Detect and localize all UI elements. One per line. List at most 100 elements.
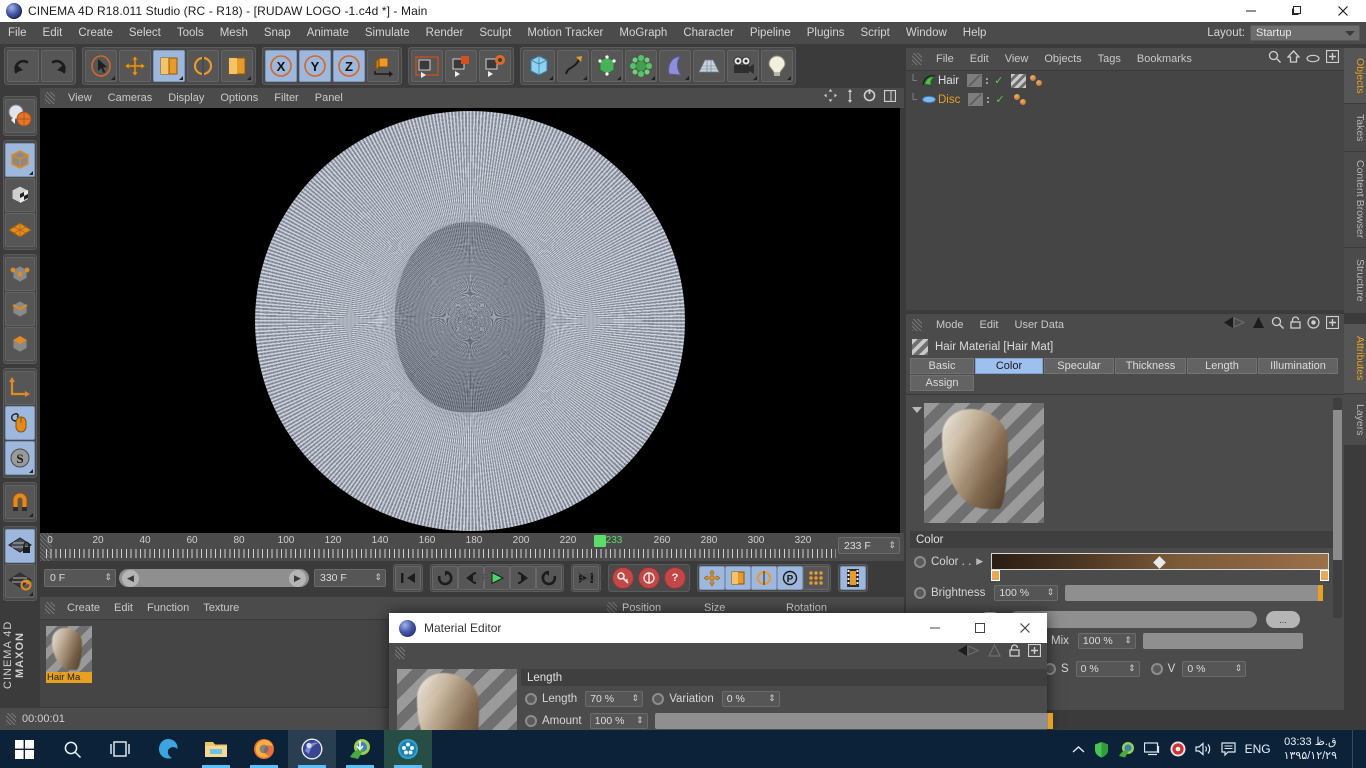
- spinner-icon[interactable]: ⇕: [768, 693, 776, 704]
- objmgr-menu-file[interactable]: File: [928, 53, 962, 65]
- up-arrow-icon[interactable]: [988, 643, 1001, 662]
- object-list[interactable]: └ Hair ✓ └ Disc ✓: [906, 70, 1344, 310]
- tab-length[interactable]: Length: [1187, 358, 1257, 374]
- spinner-icon[interactable]: ⇕: [632, 693, 640, 704]
- back-arrow-icon[interactable]: [958, 644, 980, 662]
- objmgr-menu-objects[interactable]: Objects: [1036, 53, 1089, 65]
- undo-view-button[interactable]: [5, 99, 35, 133]
- keyframe-selection-button[interactable]: ?: [662, 566, 688, 590]
- notification-icon[interactable]: [1220, 741, 1236, 757]
- polygons-mode-button[interactable]: [5, 327, 35, 361]
- objmgr-menu-tags[interactable]: Tags: [1090, 53, 1129, 65]
- menu-motion-tracker[interactable]: Motion Tracker: [519, 22, 611, 44]
- snap-button[interactable]: [5, 485, 35, 519]
- spinner-icon[interactable]: ⇕: [1235, 663, 1243, 674]
- panel-grip-icon[interactable]: [395, 647, 405, 659]
- material-editor-minimize-button[interactable]: [912, 613, 957, 643]
- parameter-key-button[interactable]: P: [777, 566, 803, 590]
- spinner-icon[interactable]: ⇕: [374, 572, 382, 583]
- layout-dropdown[interactable]: Startup: [1250, 25, 1360, 41]
- workplane-rotate-button[interactable]: [5, 564, 35, 598]
- viewport-3d[interactable]: [40, 108, 900, 533]
- spinner-icon[interactable]: ⇕: [1047, 587, 1055, 598]
- menu-script[interactable]: Script: [852, 22, 897, 44]
- lock-y-button[interactable]: Y: [299, 50, 331, 82]
- start-button[interactable]: [0, 730, 48, 768]
- menu-create[interactable]: Create: [70, 22, 121, 44]
- vtab-takes[interactable]: Takes: [1344, 104, 1366, 152]
- end-frame-field[interactable]: 330 F ⇕: [314, 569, 386, 587]
- brightness-slider[interactable]: [1065, 585, 1324, 601]
- model-mode-button[interactable]: [5, 143, 35, 177]
- material-preview-swatch[interactable]: [46, 626, 92, 672]
- material-menu-edit[interactable]: Edit: [107, 602, 140, 614]
- tab-thickness[interactable]: Thickness: [1115, 358, 1186, 374]
- viewport-menu-options[interactable]: Options: [212, 92, 266, 104]
- scale-button[interactable]: [153, 50, 185, 82]
- add-floor-button[interactable]: [693, 50, 725, 82]
- record-icon[interactable]: [1170, 741, 1186, 757]
- window-minimize-button[interactable]: [1228, 0, 1274, 22]
- language-indicator[interactable]: ENG: [1245, 742, 1271, 756]
- menu-character[interactable]: Character: [675, 22, 742, 44]
- workplane-button[interactable]: [5, 213, 35, 247]
- tab-specular[interactable]: Specular: [1044, 358, 1114, 374]
- add-primitive-button[interactable]: [523, 50, 555, 82]
- attr-menu-mode[interactable]: Mode: [928, 319, 972, 331]
- objmgr-menu-bookmarks[interactable]: Bookmarks: [1129, 53, 1200, 65]
- network-icon[interactable]: [1143, 742, 1161, 756]
- hair-tag-icon[interactable]: [1029, 74, 1046, 88]
- show-desktop-button[interactable]: [1352, 730, 1358, 768]
- menu-mograph[interactable]: MoGraph: [611, 22, 675, 44]
- soft-selection-button[interactable]: S: [5, 441, 35, 475]
- up-arrow-icon[interactable]: [1252, 316, 1265, 334]
- objmgr-menu-edit[interactable]: Edit: [962, 53, 997, 65]
- search-icon[interactable]: [1271, 316, 1284, 334]
- value-field[interactable]: 0 % ⇕: [1182, 661, 1247, 677]
- attr-menu-edit[interactable]: Edit: [972, 319, 1007, 331]
- rotate-view-icon[interactable]: [863, 89, 876, 107]
- menu-render[interactable]: Render: [418, 22, 472, 44]
- panel-grip-icon[interactable]: [45, 602, 55, 614]
- points-mode-button[interactable]: [5, 257, 35, 291]
- menu-plugins[interactable]: Plugins: [799, 22, 853, 44]
- show-hidden-icons-button[interactable]: [1072, 745, 1085, 754]
- object-layer-icon[interactable]: [967, 74, 983, 87]
- menu-window[interactable]: Window: [898, 22, 955, 44]
- variation-field[interactable]: 0 % ⇕: [721, 691, 780, 707]
- value-animate-radio[interactable]: [1150, 663, 1163, 675]
- menu-mesh[interactable]: Mesh: [212, 22, 256, 44]
- maximize-view-icon[interactable]: [883, 89, 897, 107]
- attribute-scrollbar[interactable]: [1333, 398, 1342, 618]
- start-frame-field[interactable]: 0 F ⇕: [44, 569, 116, 587]
- add-light-button[interactable]: [761, 50, 793, 82]
- menu-select[interactable]: Select: [121, 22, 169, 44]
- vtab-content-browser[interactable]: Content Browser: [1344, 152, 1366, 248]
- vtab-objects[interactable]: Objects: [1344, 48, 1366, 104]
- lock-z-button[interactable]: Z: [333, 50, 365, 82]
- step-forward-button[interactable]: [510, 566, 536, 590]
- mix-slider[interactable]: [1142, 633, 1303, 649]
- saturation-field[interactable]: 0 % ⇕: [1075, 661, 1140, 677]
- amount-field[interactable]: 100 % ⇕: [589, 713, 648, 729]
- search-button[interactable]: [48, 730, 96, 768]
- tab-assign[interactable]: Assign: [910, 375, 974, 391]
- scale-key-button[interactable]: [725, 566, 751, 590]
- menu-file[interactable]: File: [0, 22, 35, 44]
- window-maximize-button[interactable]: [1274, 0, 1320, 22]
- record-key-button[interactable]: [610, 566, 636, 590]
- speaker-icon[interactable]: [1194, 742, 1212, 756]
- spinner-icon[interactable]: ⇕: [1124, 635, 1132, 646]
- tab-illumination[interactable]: Illumination: [1258, 358, 1338, 374]
- material-preview-large[interactable]: [924, 403, 1044, 523]
- undo-button[interactable]: [7, 50, 39, 82]
- texture-browse-button[interactable]: ...: [1266, 611, 1300, 628]
- add-layer-icon[interactable]: [1325, 49, 1340, 68]
- material-editor-close-button[interactable]: [1002, 613, 1047, 643]
- amount-slider[interactable]: [654, 713, 1053, 729]
- object-axis-button[interactable]: [5, 371, 35, 405]
- scrollbar-thumb[interactable]: [1333, 410, 1342, 560]
- spinner-icon[interactable]: ⇕: [636, 715, 644, 726]
- play-forward-loop-button[interactable]: [536, 566, 562, 590]
- add-spline-button[interactable]: [557, 50, 589, 82]
